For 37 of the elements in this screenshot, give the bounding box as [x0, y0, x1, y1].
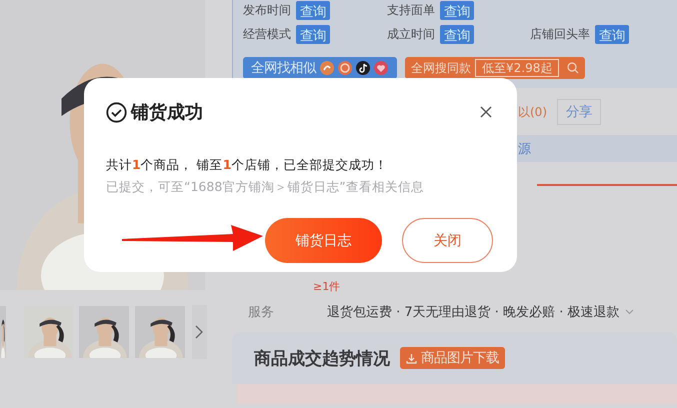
- field-label: 支持面单: [387, 2, 435, 19]
- check-circle-icon: [106, 102, 127, 122]
- chevron-right-icon: [195, 325, 204, 339]
- query-button[interactable]: 查询: [296, 25, 330, 44]
- field-label: 成立时间: [387, 26, 435, 43]
- field-label: 经营模式: [243, 26, 291, 43]
- query-button[interactable]: 查询: [296, 1, 330, 20]
- find-similar-button[interactable]: 全网找相似: [243, 57, 397, 79]
- success-message: 共计1个商品， 铺至1个店铺，已全部提交成功！: [106, 157, 388, 174]
- similar-count[interactable]: 以(0): [518, 104, 547, 120]
- services-value: 退货包运费 · 7天无理由退货 · 晚发必赔 · 极速退款: [327, 304, 620, 321]
- note-icon: [356, 61, 370, 75]
- tab-label[interactable]: 源: [518, 140, 531, 158]
- price-tag: 低至¥2.98起: [475, 59, 560, 77]
- download-icon: [406, 352, 417, 364]
- query-button[interactable]: 查询: [440, 1, 474, 20]
- services-label: 服务: [248, 304, 275, 321]
- chevron-down-icon: [625, 309, 634, 315]
- next-button[interactable]: [192, 305, 207, 359]
- download-button[interactable]: 商品图片下载: [400, 347, 505, 369]
- close-icon[interactable]: [479, 105, 493, 119]
- field-label: 发布时间: [243, 2, 291, 19]
- query-button[interactable]: 查询: [440, 25, 474, 44]
- hint-text: 已提交，可至“1688官方铺淘＞铺货日志”查看相关信息: [106, 179, 425, 196]
- share-button[interactable]: 分享: [557, 99, 601, 125]
- close-button[interactable]: 关闭: [402, 218, 493, 263]
- search-label: 全网搜同款: [411, 60, 471, 76]
- circle-icon: [338, 61, 352, 75]
- same-item-search-bar[interactable]: 全网搜同款 低至¥2.98起: [405, 57, 585, 79]
- log-button[interactable]: 铺货日志: [265, 218, 382, 263]
- search-icon: [567, 62, 579, 74]
- min-order: ≥1件: [313, 279, 342, 294]
- field-label: 店铺回头率: [530, 26, 590, 43]
- swirl-icon: [320, 61, 334, 75]
- query-button[interactable]: 查询: [595, 25, 629, 44]
- section-title: 商品成交趋势情况: [254, 348, 390, 370]
- dialog-title: 铺货成功: [131, 101, 203, 124]
